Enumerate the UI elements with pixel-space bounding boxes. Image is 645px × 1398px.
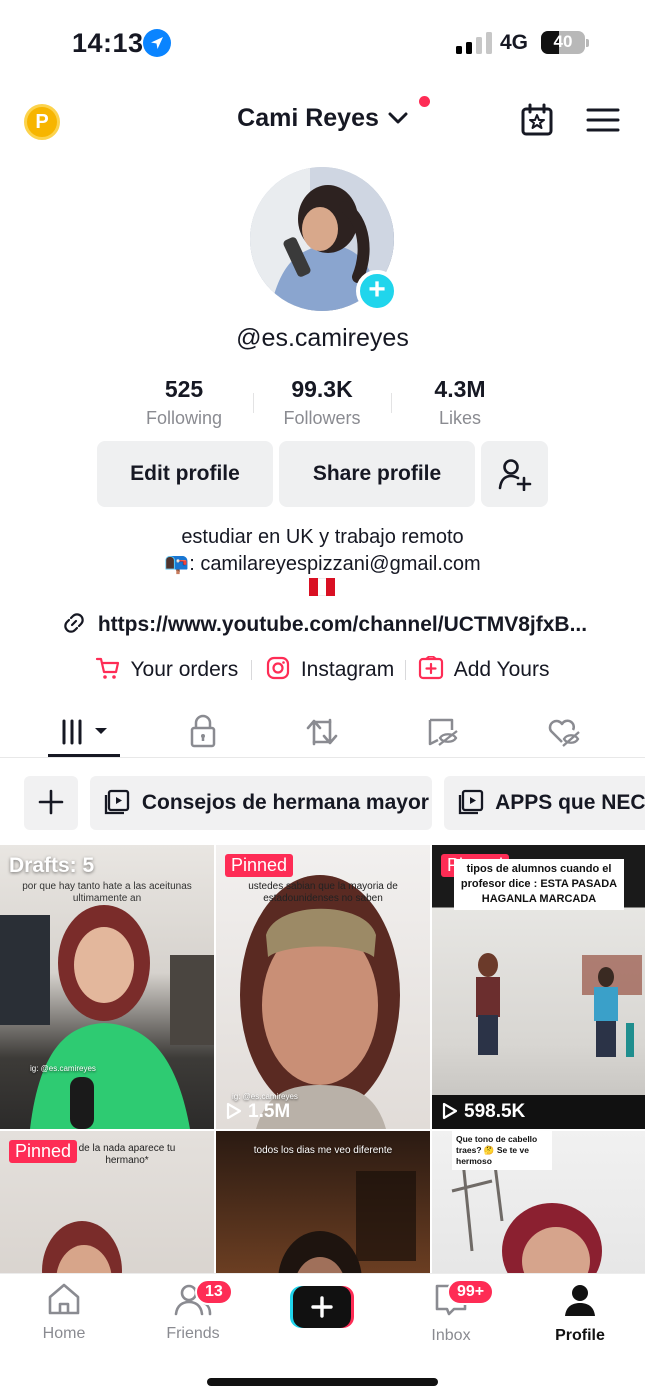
tab-favorites[interactable] [414, 708, 470, 756]
add-friend-button[interactable] [481, 441, 548, 507]
status-time: 14:13 [72, 28, 144, 58]
drafts-label: Drafts: 5 [9, 854, 95, 877]
bio-line: estudiar en UK y trabajo remoto [181, 526, 464, 548]
instagram-label: Instagram [300, 658, 395, 681]
profile-handle: @es.camireyes [236, 324, 409, 352]
view-count: 598.5K [442, 1101, 525, 1123]
location-arrow-icon [143, 29, 171, 57]
profile-icon [565, 1285, 595, 1316]
tab-private[interactable] [175, 708, 231, 756]
nav-inbox-label: Inbox [431, 1327, 471, 1344]
video-thumbnail[interactable]: Pinned ustedes sabian que la mayoria de … [216, 845, 430, 1129]
add-playlist-button[interactable] [24, 776, 78, 830]
network-type: 4G [500, 31, 529, 54]
add-yours-label: Add Yours [453, 658, 550, 681]
inbox-badge: 99+ [447, 1279, 495, 1305]
video-caption: por que hay tanto hate a las aceitunas u… [22, 881, 192, 904]
cart-icon [95, 657, 120, 679]
likes-count: 4.3M [434, 376, 486, 402]
status-bar: 14:13 4G 40 [0, 0, 645, 88]
notification-dot [419, 96, 430, 107]
likes-label: Likes [438, 408, 482, 428]
home-indicator [207, 1378, 438, 1386]
following-label: Following [145, 408, 223, 428]
your-orders-label: Your orders [130, 658, 239, 681]
bookmark-hidden-icon [428, 718, 458, 746]
playlist-label: Consejos de hermana mayor [141, 791, 429, 814]
friends-badge: 13 [195, 1279, 233, 1305]
share-profile-button[interactable]: Share profile [279, 441, 475, 507]
home-icon [48, 1283, 80, 1315]
nav-home-label: Home [42, 1325, 86, 1342]
lock-icon [190, 714, 216, 748]
video-caption: Que tono de cabello traes? 🤔 Se te ve he… [452, 1131, 552, 1170]
your-orders-link[interactable]: Your orders [95, 656, 238, 682]
play-icon [226, 1102, 242, 1120]
battery-percent: 40 [553, 32, 573, 51]
video-thumbnail[interactable]: Drafts: 5 por que hay tanto hate a las a… [0, 845, 214, 1129]
battery-icon: 40 [541, 31, 585, 54]
instagram-icon [266, 656, 290, 680]
video-caption: todos los dias me veo diferente [253, 1145, 393, 1156]
chevron-down-icon [388, 112, 408, 124]
plus-icon [38, 789, 64, 815]
play-icon [442, 1102, 458, 1120]
video-thumbnail[interactable]: Pinned tipos de alumnos cuando el profes… [432, 845, 645, 1129]
add-photo-button[interactable]: + [356, 270, 398, 312]
nav-profile[interactable]: Profile [530, 1282, 630, 1345]
bio-email: 📭: camilareyespizzani@gmail.com [164, 553, 481, 575]
repost-icon [306, 718, 338, 746]
profile-link[interactable]: https://www.youtube.com/channel/UCTMV8jf… [62, 611, 587, 637]
instagram-link[interactable]: Instagram [266, 656, 394, 682]
video-grid: Drafts: 5 por que hay tanto hate a las a… [0, 845, 645, 1398]
heart-hidden-icon [548, 719, 580, 747]
nav-friends[interactable]: Friends 13 [143, 1279, 243, 1343]
view-count-text: 598.5K [464, 1101, 526, 1122]
cellular-signal-icon [456, 32, 492, 54]
grid-columns-icon [62, 719, 107, 745]
following-count: 525 [164, 376, 204, 402]
video-caption: tipos de alumnos cuando el profesor dice… [454, 859, 624, 910]
likes-stat[interactable]: 4.3M Likes [391, 376, 529, 429]
followers-label: Followers [283, 408, 361, 428]
playlist-icon [458, 789, 484, 815]
create-button[interactable] [290, 1286, 354, 1328]
pinned-badge: Pinned [225, 854, 294, 877]
add-yours-icon [418, 655, 444, 680]
peru-flag-icon [309, 578, 336, 596]
view-count: 1.5M [226, 1101, 290, 1123]
menu-icon[interactable] [586, 103, 620, 137]
nav-friends-label: Friends [166, 1325, 220, 1342]
video-caption: ustedes sabian que la mayoria de estadou… [248, 881, 398, 904]
profile-link-text: https://www.youtube.com/channel/UCTMV8jf… [97, 613, 588, 636]
playlist-label: APPS que NECE [495, 791, 645, 814]
link-icon [64, 613, 84, 633]
tab-reposts[interactable] [294, 708, 350, 756]
video-watermark: ig: @es.camireyes [30, 1064, 96, 1073]
playlist-chip[interactable]: APPS que NECE [444, 776, 645, 830]
playlist-icon [104, 789, 130, 815]
view-count-text: 1.5M [248, 1101, 291, 1122]
followers-count: 99.3K [291, 376, 353, 402]
create-plus-icon [290, 1286, 354, 1328]
nav-inbox[interactable]: Inbox 99+ [401, 1279, 501, 1345]
calendar-star-icon[interactable] [520, 103, 554, 137]
playlist-chip[interactable]: Consejos de hermana mayor [90, 776, 432, 830]
following-stat[interactable]: 525 Following [115, 376, 253, 429]
video-caption: de la nada aparece tu hermano* [78, 1143, 176, 1166]
add-person-icon [498, 459, 531, 492]
followers-stat[interactable]: 99.3K Followers [253, 376, 391, 429]
tab-liked[interactable] [534, 708, 590, 756]
nav-home[interactable]: Home [14, 1282, 114, 1343]
profile-name: Cami Reyes [237, 104, 379, 132]
tab-videos[interactable] [56, 708, 112, 756]
add-yours-link[interactable]: Add Yours [418, 655, 550, 682]
edit-profile-button[interactable]: Edit profile [97, 441, 273, 507]
nav-profile-label: Profile [555, 1327, 605, 1344]
